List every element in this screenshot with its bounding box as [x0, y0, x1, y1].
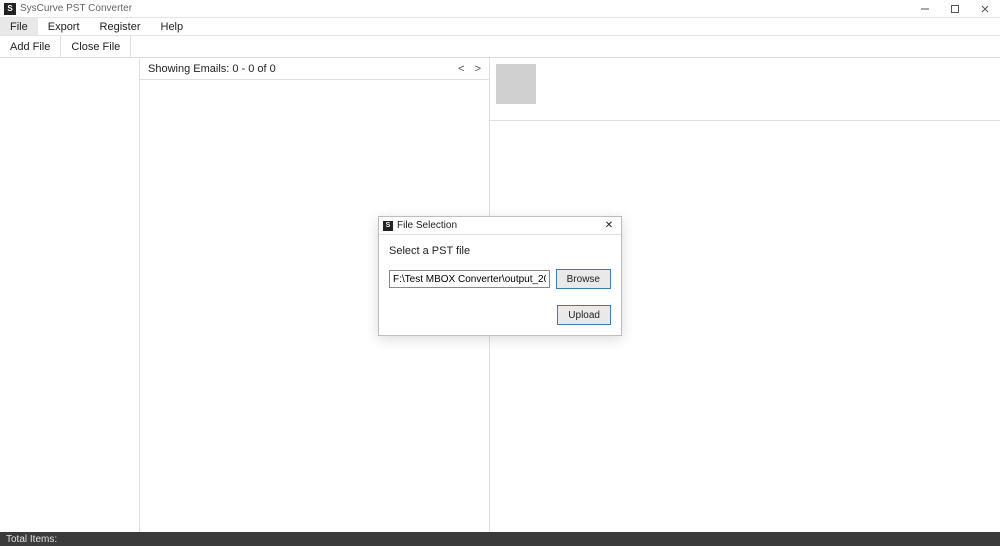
preview-thumbnail: [496, 64, 536, 104]
dialog-close-button[interactable]: ✕: [601, 220, 617, 231]
menu-item-export[interactable]: Export: [38, 18, 90, 35]
dialog-titlebar: S File Selection ✕: [379, 217, 621, 235]
window-controls: [910, 0, 1000, 18]
file-selection-dialog: S File Selection ✕ Select a PST file Bro…: [378, 216, 622, 336]
preview-divider: [490, 120, 1000, 121]
statusbar: Total Items:: [0, 532, 1000, 546]
dialog-footer: Upload: [379, 297, 621, 335]
maximize-icon[interactable]: [940, 0, 970, 18]
dialog-prompt: Select a PST file: [389, 245, 611, 257]
dialog-body: Select a PST file Browse: [379, 235, 621, 297]
window-title: SysCurve PST Converter: [20, 3, 132, 14]
menu-item-file[interactable]: File: [0, 18, 38, 35]
dialog-title-text: File Selection: [397, 220, 457, 231]
titlebar: S SysCurve PST Converter: [0, 0, 1000, 18]
email-list-header: Showing Emails: 0 - 0 of 0 < >: [140, 58, 489, 80]
file-path-row: Browse: [389, 269, 611, 289]
pager-next-button[interactable]: >: [475, 63, 481, 75]
menu-item-help[interactable]: Help: [151, 18, 194, 35]
close-file-button[interactable]: Close File: [61, 36, 131, 57]
pager: < >: [458, 63, 481, 75]
minimize-icon[interactable]: [910, 0, 940, 18]
toolbar: Add File Close File: [0, 36, 1000, 58]
add-file-button[interactable]: Add File: [0, 36, 61, 57]
app-icon: S: [4, 3, 16, 15]
browse-button[interactable]: Browse: [556, 269, 611, 289]
menu-item-register[interactable]: Register: [90, 18, 151, 35]
upload-button[interactable]: Upload: [557, 305, 611, 325]
menubar: File Export Register Help: [0, 18, 1000, 36]
dialog-app-icon: S: [383, 221, 393, 231]
statusbar-text: Total Items:: [6, 534, 57, 545]
close-icon[interactable]: [970, 0, 1000, 18]
pager-prev-button[interactable]: <: [458, 63, 464, 75]
file-path-input[interactable]: [389, 270, 550, 288]
tree-pane: [0, 58, 140, 532]
email-count-label: Showing Emails: 0 - 0 of 0: [148, 63, 276, 75]
